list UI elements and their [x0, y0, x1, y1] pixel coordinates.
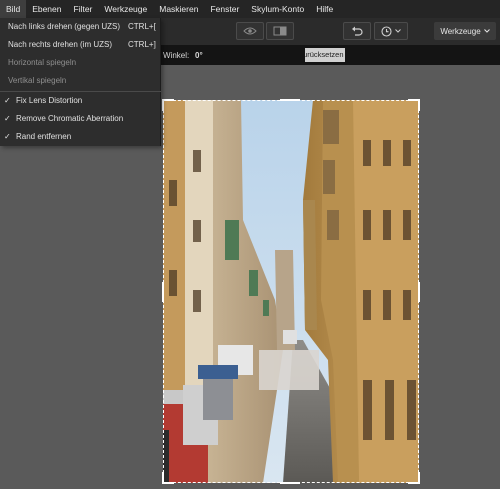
menu-item-label: Nach rechts drehen (im UZS): [8, 40, 113, 49]
menu-werkzeuge[interactable]: Werkzeuge: [98, 0, 153, 18]
menu-item-label: Nach links drehen (gegen UZS): [8, 22, 121, 31]
crop-handle-top[interactable]: [280, 99, 300, 101]
crop-handle-right[interactable]: [418, 282, 420, 302]
menu-item-label: Remove Chromatic Aberration: [16, 114, 124, 123]
menu-item-remove-chromatic-aberration[interactable]: ✓ Remove Chromatic Aberration: [0, 110, 161, 128]
chevron-down-icon: [395, 29, 401, 33]
menu-item-label: Rand entfernen: [16, 132, 72, 141]
tools-select[interactable]: Werkzeuge: [434, 22, 496, 40]
menu-item-rotate-left[interactable]: Nach links drehen (gegen UZS) CTRL+[: [0, 18, 161, 36]
crop-handle-top-left-vertical[interactable]: [162, 99, 164, 111]
bild-dropdown-menu: Nach links drehen (gegen UZS) CTRL+[ Nac…: [0, 18, 161, 146]
photo-canvas[interactable]: [163, 100, 419, 483]
split-view-icon: [273, 26, 287, 36]
crop-handle-bottom-right-vertical[interactable]: [418, 472, 420, 484]
tools-select-label: Werkzeuge: [440, 26, 481, 36]
checkmark-icon: ✓: [4, 132, 11, 141]
menu-item-shortcut: CTRL+]: [128, 40, 156, 49]
clock-icon: [381, 25, 392, 37]
crop-handle-bottom-left-vertical[interactable]: [162, 472, 164, 484]
menu-item-rotate-right[interactable]: Nach rechts drehen (im UZS) CTRL+]: [0, 36, 161, 54]
crop-handle-bottom[interactable]: [280, 482, 300, 484]
street-photo: [163, 100, 419, 483]
menu-item-rand-entfernen[interactable]: ✓ Rand entfernen: [0, 128, 161, 146]
eye-icon: [243, 27, 257, 35]
menu-item-shortcut: CTRL+[: [128, 22, 156, 31]
menu-item-flip-horizontal[interactable]: Horizontal spiegeln: [0, 54, 161, 72]
menu-item-label: Vertikal spiegeln: [8, 76, 67, 85]
checkmark-icon: ✓: [4, 96, 11, 105]
menu-item-flip-vertical[interactable]: Vertikal spiegeln: [0, 72, 161, 90]
angle-label: Winkel:: [163, 51, 190, 60]
menu-fenster[interactable]: Fenster: [204, 0, 245, 18]
menu-bar: Bild Ebenen Filter Werkzeuge Maskieren F…: [0, 0, 500, 18]
menu-ebenen[interactable]: Ebenen: [26, 0, 67, 18]
compare-button[interactable]: [266, 22, 294, 40]
menu-item-label: Fix Lens Distortion: [16, 96, 83, 105]
menu-maskieren[interactable]: Maskieren: [153, 0, 204, 18]
reset-button[interactable]: Zurücksetzen: [305, 48, 345, 62]
preview-button[interactable]: [236, 22, 264, 40]
chevron-down-icon: [483, 29, 490, 33]
history-button[interactable]: [374, 22, 408, 40]
checkmark-icon: ✓: [4, 114, 11, 123]
menu-bild[interactable]: Bild: [0, 0, 27, 18]
menu-item-fix-lens-distortion[interactable]: ✓ Fix Lens Distortion: [0, 92, 161, 110]
crop-handle-left[interactable]: [162, 282, 164, 302]
angle-value[interactable]: 0°: [195, 51, 203, 60]
undo-button[interactable]: [343, 22, 371, 40]
menu-item-label: Horizontal spiegeln: [8, 58, 77, 67]
menu-hilfe[interactable]: Hilfe: [310, 0, 339, 18]
crop-handle-top-right-vertical[interactable]: [418, 99, 420, 111]
menu-filter[interactable]: Filter: [68, 0, 99, 18]
undo-icon: [352, 26, 363, 36]
menu-skylum-konto[interactable]: Skylum-Konto: [245, 0, 310, 18]
